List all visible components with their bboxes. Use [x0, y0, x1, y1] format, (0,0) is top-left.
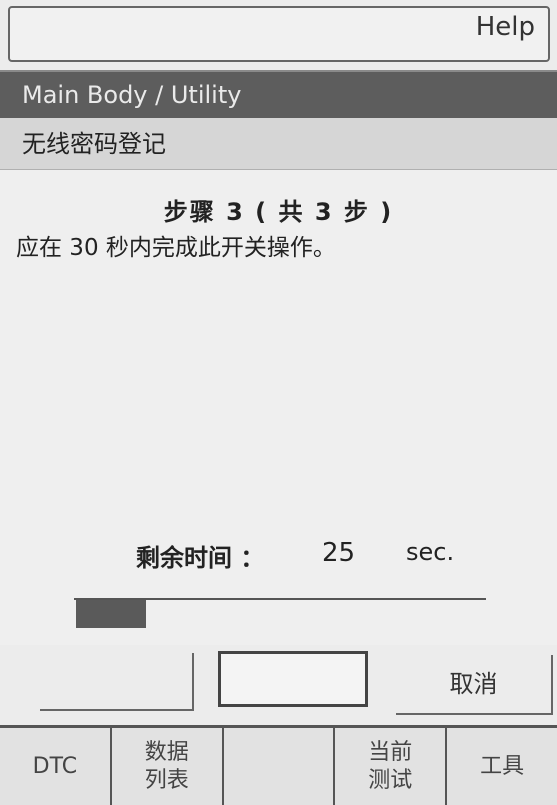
screen-title: 无线密码登记: [0, 118, 557, 170]
cancel-button[interactable]: 取消: [396, 655, 553, 715]
blank-button-left[interactable]: [40, 653, 194, 711]
remaining-time-unit: sec.: [406, 538, 455, 566]
content-area: 步骤 3 ( 共 3 步 ) 应在 30 秒内完成此开关操作。 剩余时间 ： 2…: [0, 170, 557, 645]
tab-empty[interactable]: [224, 728, 336, 805]
progress-fill: [76, 600, 146, 628]
remaining-time: 剩余时间 ： 25 sec.: [136, 538, 454, 573]
remaining-time-value: 25: [322, 538, 356, 568]
blank-button-center[interactable]: [218, 651, 368, 707]
progress-bar: [74, 598, 486, 632]
top-bar-frame: [8, 6, 550, 62]
remaining-time-label: 剩余时间 ：: [136, 544, 265, 572]
breadcrumb: Main Body / Utility: [0, 72, 557, 118]
tab-tools[interactable]: 工具: [447, 728, 557, 805]
button-row: 取消: [0, 645, 557, 725]
tab-data-list[interactable]: 数据 列表: [112, 728, 224, 805]
top-bar: Help: [0, 0, 557, 72]
bottom-tab-bar: DTC 数据 列表 当前 测试 工具: [0, 725, 557, 805]
help-button[interactable]: Help: [476, 12, 535, 42]
tab-active-test[interactable]: 当前 测试: [335, 728, 448, 805]
step-indicator: 步骤 3 ( 共 3 步 ): [163, 198, 394, 226]
instruction-text: 应在 30 秒内完成此开关操作。: [16, 235, 336, 261]
tab-dtc[interactable]: DTC: [0, 728, 112, 805]
